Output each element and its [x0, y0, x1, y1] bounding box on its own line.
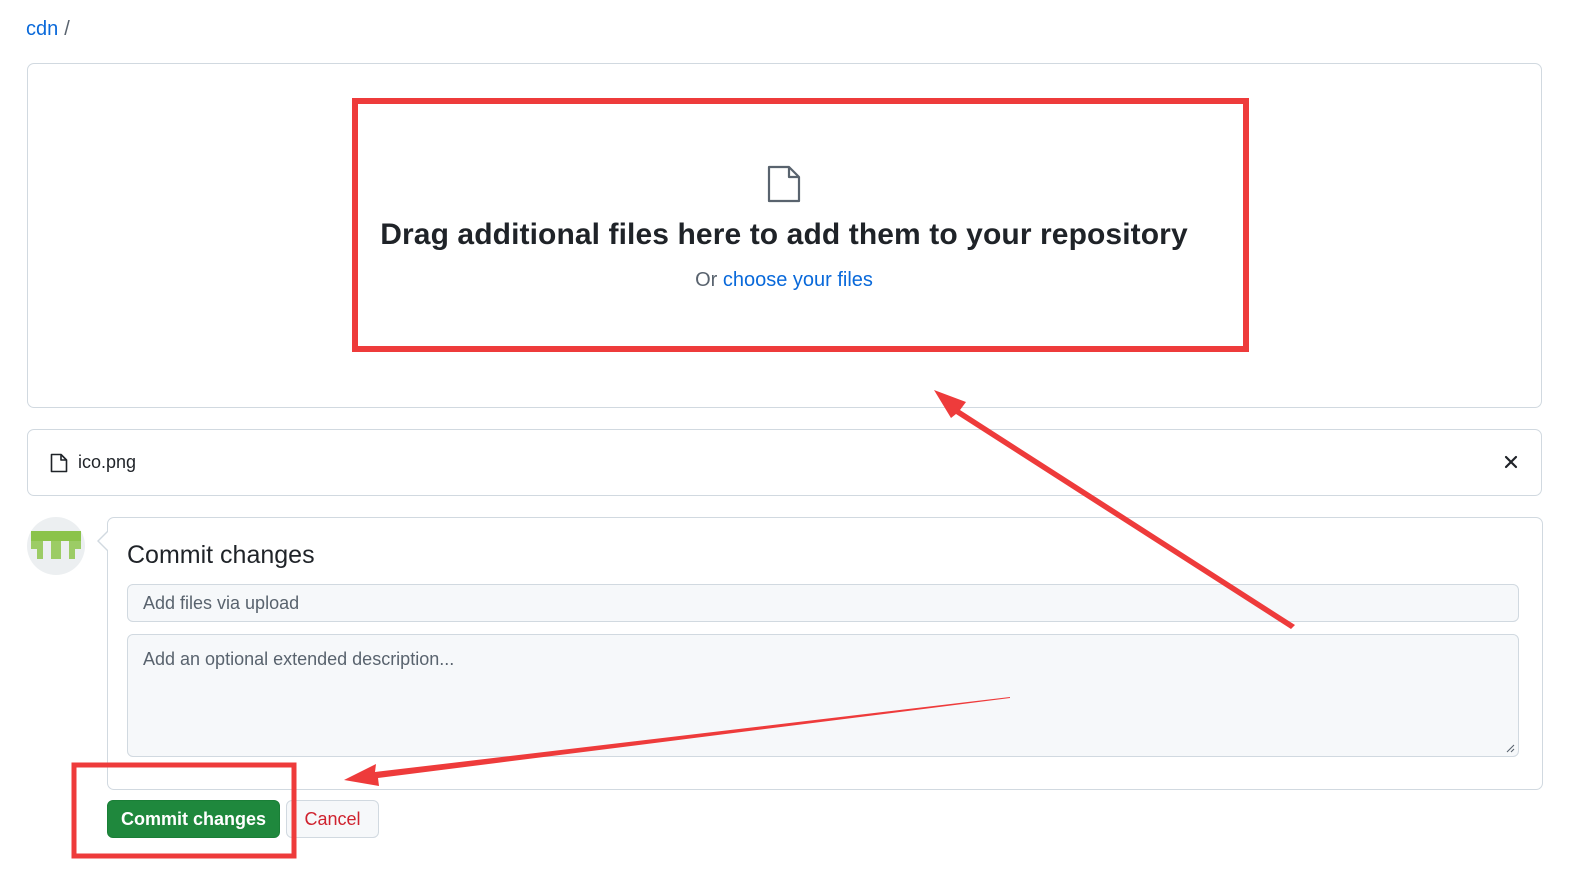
- uploaded-file-row: ico.png: [27, 429, 1542, 496]
- breadcrumb-repo-link[interactable]: cdn: [26, 18, 58, 40]
- resize-handle-icon[interactable]: [1505, 743, 1515, 753]
- identicon: [31, 531, 81, 559]
- x-icon[interactable]: [1501, 452, 1521, 472]
- file-icon: [767, 165, 801, 203]
- description-placeholder: Add an optional extended description...: [143, 649, 455, 669]
- commit-title: Commit changes: [127, 541, 315, 569]
- commit-changes-button[interactable]: Commit changes: [107, 800, 280, 838]
- file-icon: [50, 453, 68, 473]
- commit-summary-input[interactable]: Add files via upload: [127, 584, 1519, 622]
- upload-page: cdn / Drag additional files here to add t…: [0, 0, 1573, 869]
- breadcrumb-separator: /: [64, 18, 70, 40]
- commit-description-textarea[interactable]: Add an optional extended description...: [127, 634, 1519, 757]
- file-name: ico.png: [78, 452, 137, 472]
- commit-box-caret-inner: [99, 532, 108, 550]
- avatar: [27, 517, 85, 575]
- choose-files-link[interactable]: choose your files: [723, 269, 873, 291]
- cancel-button[interactable]: Cancel: [286, 800, 379, 838]
- dropzone-subtitle: Or choose your files: [0, 269, 1568, 292]
- breadcrumb: cdn /: [26, 16, 70, 42]
- dropzone-or-text: Or: [695, 269, 723, 291]
- dropzone-title: Drag additional files here to add them t…: [380, 218, 1188, 251]
